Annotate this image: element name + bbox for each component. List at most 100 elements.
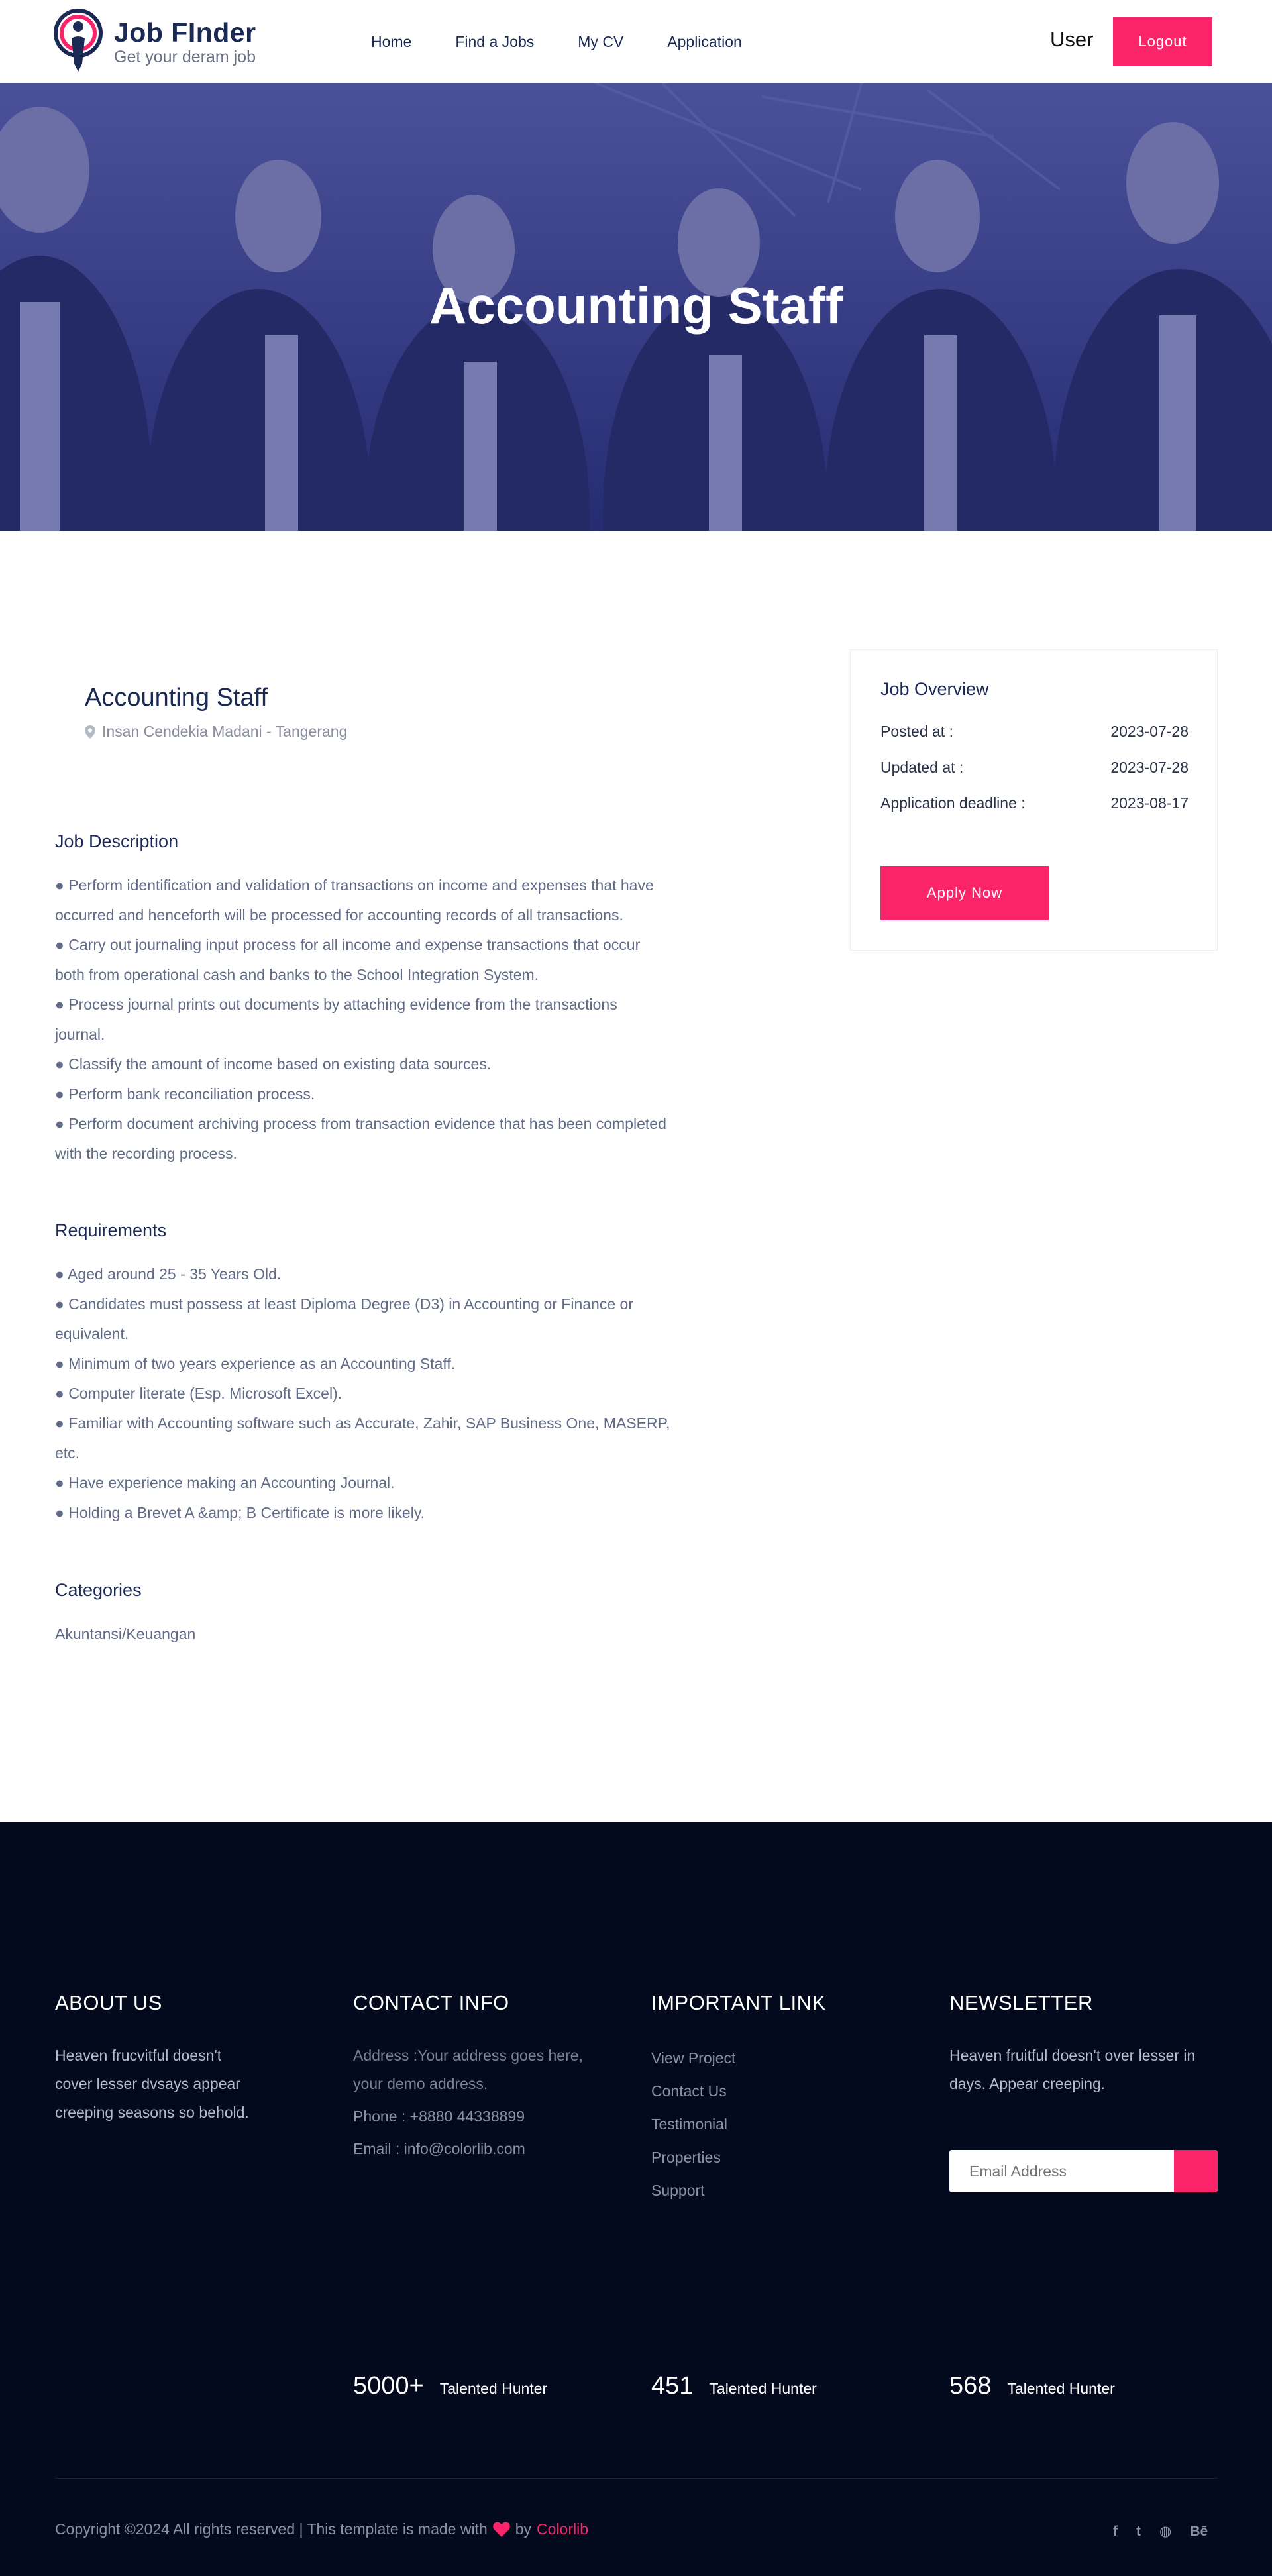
requirement-line: ● Holding a Brevet A &amp; B Certificate… bbox=[55, 1504, 425, 1521]
job-description-section: Job Description ● Perform identification… bbox=[55, 832, 724, 1169]
footer-address-line: your demo address. bbox=[353, 2075, 488, 2092]
requirement-line: ● Computer literate (Esp. Microsoft Exce… bbox=[55, 1385, 343, 1402]
footer-about-heading: ABOUT US bbox=[55, 1991, 162, 2014]
stat-number: 5000+ bbox=[353, 2372, 424, 2400]
apply-now-button[interactable]: Apply Now bbox=[880, 866, 1049, 920]
newsletter-email-input[interactable] bbox=[949, 2150, 1175, 2192]
overview-label: Application deadline : bbox=[880, 794, 1026, 812]
description-line: ● Process journal prints out documents b… bbox=[55, 996, 617, 1013]
logout-button[interactable]: Logout bbox=[1113, 17, 1212, 66]
requirement-line: ● Aged around 25 - 35 Years Old. bbox=[55, 1265, 282, 1283]
newsletter-submit-button[interactable] bbox=[1174, 2150, 1218, 2192]
footer-contact-heading: CONTACT INFO bbox=[353, 1991, 509, 2014]
overview-value: 2023-08-17 bbox=[1110, 794, 1189, 812]
stat-number: 568 bbox=[949, 2372, 992, 2400]
site-logo[interactable]: Job FInder Get your deram job bbox=[53, 8, 292, 74]
job-location: Insan Cendekia Madani - Tangerang bbox=[85, 723, 347, 741]
footer-stat: 5000+ Talented Hunter bbox=[353, 2372, 547, 2400]
footer-about-line: cover lesser dvsays appear bbox=[55, 2075, 240, 2092]
job-overview-title: Job Overview bbox=[880, 679, 989, 699]
job-description-heading: Job Description bbox=[55, 832, 179, 851]
stat-label: Talented Hunter bbox=[1007, 2380, 1115, 2397]
description-line: ● Perform identification and validation … bbox=[55, 877, 654, 894]
footer-links: IMPORTANT LINK View Project Contact Us T… bbox=[651, 1991, 903, 2207]
heart-icon bbox=[493, 2522, 510, 2537]
footer-links-heading: IMPORTANT LINK bbox=[651, 1991, 826, 2014]
requirement-line: ● Familiar with Accounting software such… bbox=[55, 1415, 670, 1432]
description-line: ● Carry out journaling input process for… bbox=[55, 936, 641, 953]
job-title: Accounting Staff bbox=[85, 684, 268, 712]
footer-newsletter-line: Heaven fruitful doesn't over lesser in bbox=[949, 2047, 1196, 2064]
footer-link-support[interactable]: Support bbox=[651, 2174, 903, 2207]
description-line: ● Perform bank reconciliation process. bbox=[55, 1085, 315, 1102]
requirement-line: equivalent. bbox=[55, 1325, 129, 1342]
requirement-line: ● Candidates must possess at least Diplo… bbox=[55, 1295, 633, 1313]
description-line: both from operational cash and banks to … bbox=[55, 966, 539, 983]
globe-icon[interactable]: ◍ bbox=[1159, 2523, 1171, 2540]
site-header: Job FInder Get your deram job Home Find … bbox=[0, 0, 1272, 83]
footer-about: ABOUT US Heaven frucvitful doesn't cover… bbox=[55, 1991, 307, 2127]
footer-email: Email : info@colorlib.com bbox=[353, 2140, 525, 2157]
facebook-icon[interactable]: f bbox=[1113, 2524, 1118, 2540]
nav-home[interactable]: Home bbox=[371, 33, 411, 51]
logo-title: Job FInder bbox=[114, 17, 256, 48]
footer-newsletter-heading: NEWSLETTER bbox=[949, 1991, 1093, 2014]
footer-stat: 451 Talented Hunter bbox=[651, 2372, 817, 2400]
footer-newsletter: NEWSLETTER Heaven fruitful doesn't over … bbox=[949, 1991, 1228, 2098]
footer-link-view-project[interactable]: View Project bbox=[651, 2041, 903, 2074]
requirement-line: etc. bbox=[55, 1444, 80, 1462]
main-nav: Home Find a Jobs My CV Application bbox=[371, 0, 786, 83]
stat-label: Talented Hunter bbox=[709, 2380, 817, 2397]
nav-my-cv[interactable]: My CV bbox=[578, 33, 623, 51]
map-pin-icon bbox=[85, 725, 95, 739]
stat-label: Talented Hunter bbox=[439, 2380, 548, 2397]
requirement-line: ● Minimum of two years experience as an … bbox=[55, 1355, 456, 1372]
job-location-text: Insan Cendekia Madani - Tangerang bbox=[102, 723, 348, 740]
footer-about-line: Heaven frucvitful doesn't bbox=[55, 2047, 222, 2064]
overview-label: Updated at : bbox=[880, 759, 964, 776]
description-line: journal. bbox=[55, 1026, 105, 1043]
logo-mark-icon bbox=[54, 9, 103, 72]
footer-link-properties[interactable]: Properties bbox=[651, 2141, 903, 2174]
nav-find-jobs[interactable]: Find a Jobs bbox=[455, 33, 534, 51]
footer-divider bbox=[55, 2478, 1218, 2479]
description-line: ● Perform document archiving process fro… bbox=[55, 1115, 666, 1132]
overview-label: Posted at : bbox=[880, 723, 953, 740]
footer-address-line: Address :Your address goes here, bbox=[353, 2047, 583, 2064]
overview-value: 2023-07-28 bbox=[1110, 759, 1189, 776]
footer-contact: CONTACT INFO Address :Your address goes … bbox=[353, 1991, 605, 2163]
hero-banner: Accounting Staff bbox=[0, 83, 1272, 531]
overview-row-updated: Updated at : 2023-07-28 bbox=[880, 759, 1189, 777]
newsletter-form bbox=[949, 2150, 1218, 2192]
categories-heading: Categories bbox=[55, 1580, 142, 1600]
description-line: with the recording process. bbox=[55, 1145, 237, 1162]
colorlib-link[interactable]: Colorlib bbox=[537, 2520, 588, 2538]
requirement-line: ● Have experience making an Accounting J… bbox=[55, 1474, 395, 1491]
overview-row-posted: Posted at : 2023-07-28 bbox=[880, 723, 1189, 741]
description-line: ● Classify the amount of income based on… bbox=[55, 1055, 492, 1073]
overview-row-deadline: Application deadline : 2023-08-17 bbox=[880, 794, 1189, 812]
footer-link-testimonial[interactable]: Testimonial bbox=[651, 2108, 903, 2141]
requirements-heading: Requirements bbox=[55, 1220, 167, 1240]
nav-application[interactable]: Application bbox=[667, 33, 742, 51]
behance-icon[interactable]: Bē bbox=[1190, 2524, 1208, 2540]
hero-title: Accounting Staff bbox=[429, 276, 843, 335]
description-line: occurred and henceforth will be processe… bbox=[55, 906, 623, 924]
stat-number: 451 bbox=[651, 2372, 694, 2400]
copyright-text: Copyright ©2024 All rights reserved | Th… bbox=[55, 2520, 488, 2538]
job-overview-card: Job Overview Posted at : 2023-07-28 Upda… bbox=[850, 649, 1218, 951]
twitter-icon[interactable]: t bbox=[1136, 2524, 1141, 2540]
footer-link-contact-us[interactable]: Contact Us bbox=[651, 2074, 903, 2108]
footer-phone: Phone : +8880 44338899 bbox=[353, 2108, 525, 2125]
logo-tagline: Get your deram job bbox=[114, 48, 256, 66]
footer-about-line: creeping seasons so behold. bbox=[55, 2104, 249, 2121]
social-links: f t ◍ Bē bbox=[1113, 2523, 1208, 2540]
overview-value: 2023-07-28 bbox=[1110, 723, 1189, 740]
categories-section: Categories Akuntansi/Keuangan bbox=[55, 1580, 724, 1649]
job-header: Accounting Staff Insan Cendekia Madani -… bbox=[85, 684, 347, 741]
user-label[interactable]: User bbox=[1050, 28, 1093, 52]
copyright-by: by bbox=[515, 2520, 532, 2538]
requirements-section: Requirements ● Aged around 25 - 35 Years… bbox=[55, 1220, 724, 1528]
footer-stat: 568 Talented Hunter bbox=[949, 2372, 1115, 2400]
footer-newsletter-line: days. Appear creeping. bbox=[949, 2075, 1106, 2092]
